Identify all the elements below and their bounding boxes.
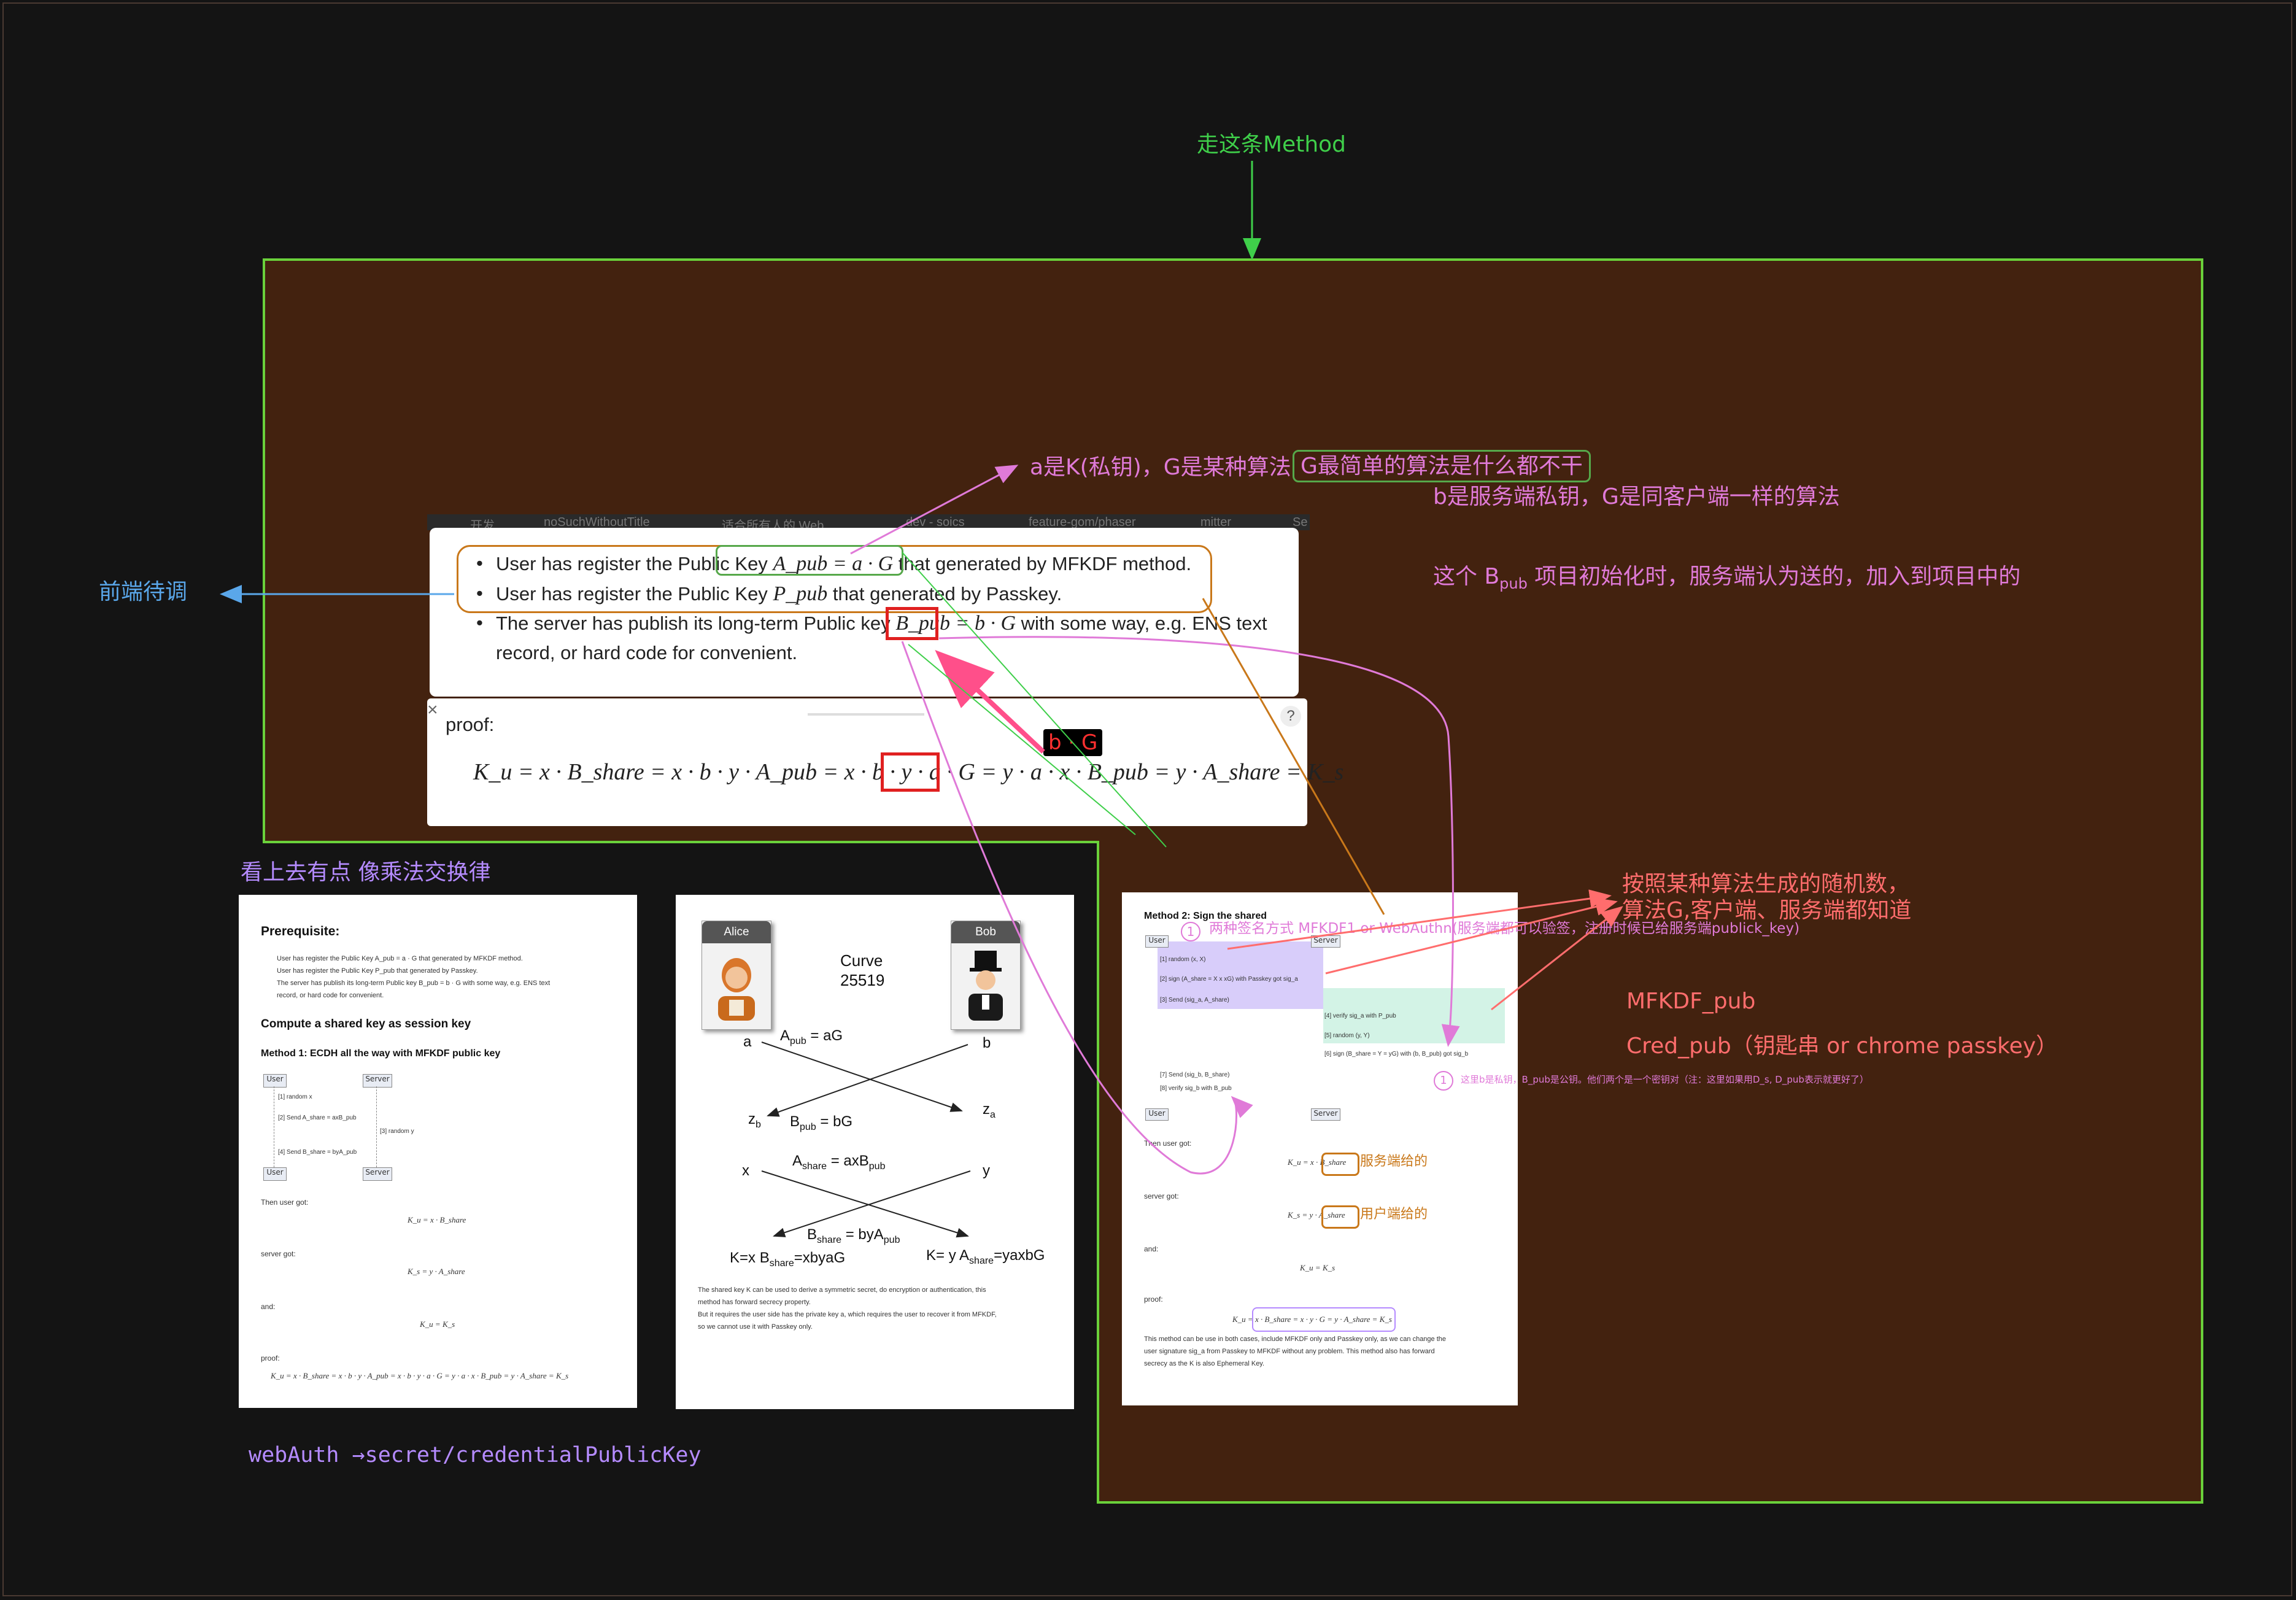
circle-1-bottom: 1 <box>1434 1071 1453 1091</box>
mfkdf-pub-label: MFKDF_pub <box>1626 989 1756 1014</box>
doc1-server-lifeline <box>376 1086 377 1167</box>
doc1-seq-user-bottom: User <box>263 1167 287 1181</box>
bshare-outline <box>1321 1153 1359 1176</box>
doc1-seq-user-top: User <box>263 1074 287 1088</box>
doc1-seq-step-3: [3] random y <box>380 1128 414 1135</box>
close-icon[interactable]: × <box>427 700 438 721</box>
ashare-outline <box>1321 1205 1359 1229</box>
doc3-step-3: [3] Send (sig_a, A_share) <box>1160 997 1229 1003</box>
user-gave-label: 用户端给的 <box>1360 1207 1428 1222</box>
random-algo-label-2: 算法G,客户端、服务端都知道 <box>1622 898 1912 923</box>
doc1-seq-step-2: [2] Send A_share = axB_pub <box>278 1115 357 1121</box>
doc3-seq-user-bottom: User <box>1145 1108 1169 1121</box>
apub-outline <box>716 545 903 576</box>
browser-tab-7[interactable]: Se <box>1293 516 1307 530</box>
doc3-para-2: user signature sig_a from Passkey to MFK… <box>1144 1348 1435 1355</box>
method-path-label: 走这条Method <box>1197 132 1347 157</box>
bpub-highlight <box>886 607 938 640</box>
doc2-para-2: method has forward secrecy property. <box>698 1299 811 1306</box>
doc1-prereq-item-2: User has register the Public Key P_pub t… <box>277 967 478 975</box>
bpub-note: 这个 Bpub 项目初始化时，服务端认为送的，加入到项目中的 <box>1433 563 2020 593</box>
doc3-step-5: [5] random (y, Y) <box>1324 1032 1370 1039</box>
a-is-k-label: a是K(私钥)，G是某种算法 <box>1030 455 1291 480</box>
doc3-step-4: [4] verify sig_a with P_pub <box>1324 1013 1396 1019</box>
doc1-server-got-formula: K_s = y · A_share <box>408 1267 465 1276</box>
bg-label: b · G <box>1043 729 1103 756</box>
doc3-user-got-label: Then user got: <box>1144 1139 1192 1148</box>
bpub-note-pre: 这个 B <box>1433 564 1500 589</box>
ag-highlight <box>881 752 940 792</box>
doc1-prereq-item-1: User has register the Public Key A_pub =… <box>277 955 523 962</box>
b-private-note: 这里b是私钥，B_pub是公钥。他们两个是一个密钥对（注：这里如果用D_s, D… <box>1461 1074 1869 1085</box>
doc1-user-got-label: Then user got: <box>261 1198 309 1207</box>
doc1-server-got-label: server got: <box>261 1250 296 1258</box>
bpub-note-sub: pub <box>1499 575 1528 593</box>
doc1-and-formula: K_u = K_s <box>420 1320 455 1329</box>
doc1-method1-title: Method 1: ECDH all the way with MFKDF pu… <box>261 1048 501 1059</box>
region-join-cover <box>1099 840 2201 846</box>
doc2-para-3: But it requires the user side has the pr… <box>698 1311 997 1318</box>
doc1-and-label: and: <box>261 1302 276 1311</box>
doc3-step-8: [8] verify sig_b with B_pub <box>1160 1085 1232 1092</box>
doc1-seq-step-4: [4] Send B_share = byA_pub <box>278 1149 357 1156</box>
doc1-user-lifeline <box>274 1086 275 1167</box>
doc2-para-4: so we cannot use it with Passkey only. <box>698 1323 813 1331</box>
doc3-para-3: secrecy as the K is also Ephemeral Key. <box>1144 1360 1265 1367</box>
commutative-label: 看上去有点 像乘法交换律 <box>241 860 491 885</box>
slider-track[interactable] <box>808 713 924 716</box>
bullet3-pre: The server has publish its long-term Pub… <box>496 613 896 634</box>
b-server-key-label: b是服务端私钥，G是同客户端一样的算法 <box>1433 484 1840 509</box>
prereq-bullet-3: The server has publish its long-term Pub… <box>476 612 1267 635</box>
doc3-step-6: [6] sign (B_share = Y = yG) with (b, B_p… <box>1324 1051 1469 1057</box>
doc1-prereq-item-4: record, or hard code for convenient. <box>277 992 384 999</box>
prerequisite-panel: User has register the Public Key A_pub =… <box>430 528 1299 697</box>
doc1-seq-server-bottom: Server <box>363 1167 392 1181</box>
doc1-proof-label: proof: <box>261 1354 280 1362</box>
doc3-seq-user-top: User <box>1145 935 1169 948</box>
doc1-prereq-item-3: The server has publish its long-term Pub… <box>277 980 551 987</box>
two-sign-methods-note: 两种签名方式 MFKDF1 or WebAuthn(服务端都可以验签，注册时候已… <box>1209 921 1800 937</box>
doc2-para-1: The shared key K can be used to derive a… <box>698 1286 986 1294</box>
doc1-user-got-formula: K_u = x · B_share <box>408 1215 466 1224</box>
doc3-para-1: This method can be use in both cases, in… <box>1144 1335 1447 1343</box>
bullet3-post: with some way, e.g. ENS text <box>1016 613 1267 634</box>
doc3-and-formula: K_u = K_s <box>1300 1263 1335 1272</box>
doc-ecdh-diagram: Alice Bob Curve 25519 a b Apub = aG zb z… <box>676 895 1074 1409</box>
doc1-proof-formula: K_u = x · B_share = x · b · y · A_pub = … <box>271 1371 569 1380</box>
doc1-prereq-title: Prerequisite: <box>261 924 340 938</box>
doc1-compute-title: Compute a shared key as session key <box>261 1018 471 1030</box>
doc3-and-label: and: <box>1144 1245 1159 1253</box>
circle-1-top: 1 <box>1181 922 1200 941</box>
ecdh-cross-arrows <box>761 1042 971 1238</box>
server-gave-label: 服务端给的 <box>1360 1154 1428 1169</box>
webauth-label: webAuth →secret/credentialPublicKey <box>249 1443 702 1467</box>
bpub-note-post: 项目初始化时，服务端认为送的，加入到项目中的 <box>1527 564 2021 589</box>
proof-label: proof: <box>446 714 495 735</box>
doc3-seq-server-bottom: Server <box>1311 1108 1340 1121</box>
doc3-step-2: [2] sign (A_share = X x xG) with Passkey… <box>1160 976 1298 983</box>
frontend-pending-label: 前端待调 <box>99 579 188 605</box>
doc3-proof-label: proof: <box>1144 1295 1163 1304</box>
doc3-step-1: [1] random (x, X) <box>1160 956 1206 963</box>
doc1-seq-server-top: Server <box>363 1074 392 1088</box>
doc-method1: Prerequisite: User has register the Publ… <box>239 895 637 1408</box>
cred-pub-label: Cred_pub（钥匙串 or chrome passkey） <box>1626 1034 2058 1059</box>
proof-outline <box>1252 1307 1396 1332</box>
g-simplest-label: G最简单的算法是什么都不干 <box>1293 450 1591 483</box>
doc1-seq-step-1: [1] random x <box>278 1094 312 1100</box>
doc3-server-got-label: server got: <box>1144 1192 1179 1200</box>
random-algo-label-1: 按照某种算法生成的随机数， <box>1622 871 1910 897</box>
prereq-bullet-3-cont: record, or hard code for convenient. <box>496 642 798 663</box>
help-icon[interactable]: ? <box>1280 706 1301 727</box>
proof-panel: proof: K_u = x · B_share = x · b · y · A… <box>427 698 1343 826</box>
doc3-step-7: [7] Send (sig_b, B_share) <box>1160 1072 1230 1078</box>
